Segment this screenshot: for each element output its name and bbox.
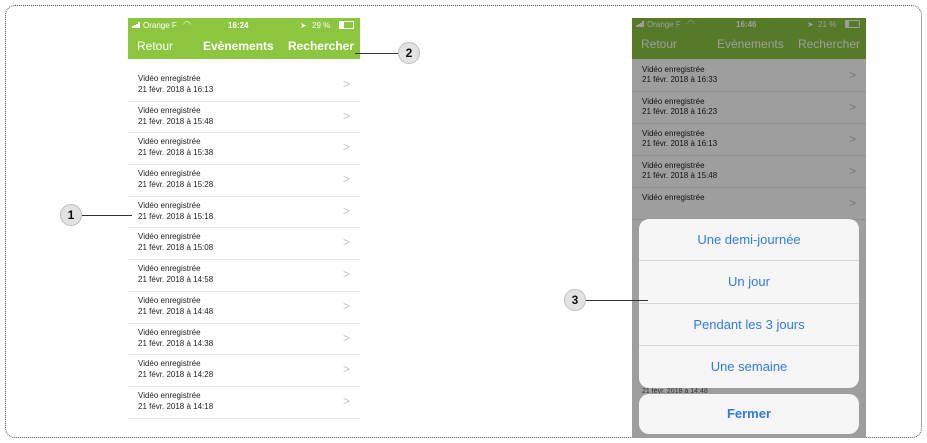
period-option[interactable]: Pendant les 3 jours <box>639 304 859 346</box>
callout-leader-line <box>355 53 399 54</box>
callout-leader-line <box>82 215 132 216</box>
list-item[interactable]: Vidéo enregistrée 21 févr. 2018 à 15:18 > <box>128 197 360 229</box>
list-item-date: 21 févr. 2018 à 14:38 <box>138 338 214 348</box>
wifi-icon: ◠ <box>183 19 191 29</box>
list-item-date: 21 févr. 2018 à 15:48 <box>138 116 214 126</box>
list-item-title: Vidéo enregistrée <box>138 200 201 210</box>
list-item[interactable]: Vidéo enregistrée 21 févr. 2018 à 14:28 > <box>128 355 360 387</box>
search-button[interactable]: Rechercher <box>288 39 354 53</box>
list-item[interactable]: Vidéo enregistrée 21 févr. 2018 à 15:28 > <box>128 165 360 197</box>
period-option[interactable]: Un jour <box>639 261 859 304</box>
battery-icon <box>339 21 354 30</box>
chevron-right-icon: > <box>342 393 350 408</box>
carrier-label: Orange F <box>143 21 177 30</box>
list-item-title: Vidéo enregistrée <box>138 295 201 305</box>
list-item-date: 21 févr. 2018 à 14:18 <box>138 401 214 411</box>
location-arrow-icon: ➤ <box>300 21 307 30</box>
status-time: 16:24 <box>228 21 249 30</box>
list-item[interactable]: Vidéo enregistrée 21 févr. 2018 à 14:48 > <box>128 292 360 324</box>
chevron-right-icon: > <box>342 330 350 345</box>
callout-badge: 1 <box>60 204 82 226</box>
list-item-title: Vidéo enregistrée <box>138 105 201 115</box>
list-item[interactable]: Vidéo enregistrée 21 févr. 2018 à 16:13 > <box>128 70 360 102</box>
status-bar: Orange F ◠ 16:24 ➤ 29 % <box>128 18 360 33</box>
list-item-date: 21 févr. 2018 à 15:38 <box>138 148 214 158</box>
chevron-right-icon: > <box>342 203 350 218</box>
list-item[interactable]: Vidéo enregistrée 21 févr. 2018 à 14:18 > <box>128 387 360 419</box>
list-item-title: Vidéo enregistrée <box>138 232 201 242</box>
chevron-right-icon: > <box>342 77 350 91</box>
page-title: Evènements <box>203 39 274 53</box>
list-item-date: 21 févr. 2018 à 16:13 <box>138 85 214 94</box>
chevron-right-icon: > <box>342 172 350 187</box>
chevron-right-icon: > <box>342 108 350 123</box>
chevron-right-icon: > <box>342 362 350 377</box>
phone-screen-events: Orange F ◠ 16:24 ➤ 29 % Retour Evènement… <box>128 18 360 430</box>
list-item-title: Vidéo enregistrée <box>138 169 201 179</box>
period-option[interactable]: Une demi-journée <box>639 219 859 262</box>
list-item-title: Vidéo enregistrée <box>138 327 201 337</box>
phone-screen-filter: Orange F ◠ 16:46 ➤ 21 % Retour Evènement… <box>632 18 866 438</box>
chevron-right-icon: > <box>342 298 350 313</box>
chevron-right-icon: > <box>342 235 350 250</box>
nav-bar: Retour Evènements Rechercher <box>128 33 360 59</box>
list-item-date: 21 févr. 2018 à 15:28 <box>138 180 214 190</box>
list-item[interactable]: Vidéo enregistrée 21 févr. 2018 à 14:38 > <box>128 324 360 356</box>
list-item[interactable]: Vidéo enregistrée 21 févr. 2018 à 14:58 > <box>128 260 360 292</box>
list-item[interactable]: Vidéo enregistrée 21 févr. 2018 à 15:08 > <box>128 228 360 261</box>
list-item[interactable]: Vidéo enregistrée 21 févr. 2018 à 15:38 > <box>128 133 360 166</box>
list-item-date: 21 févr. 2018 à 14:58 <box>138 275 214 285</box>
list-item-date: 21 févr. 2018 à 15:18 <box>138 211 214 221</box>
chevron-right-icon: > <box>342 267 350 282</box>
list-item-title: Vidéo enregistrée <box>138 359 201 369</box>
list-item-title: Vidéo enregistrée <box>138 390 201 400</box>
list-item-date: 21 févr. 2018 à 14:48 <box>138 306 214 316</box>
period-action-sheet: Une demi-journée Un jour Pendant les 3 jou… <box>639 219 859 388</box>
back-button[interactable]: Retour <box>137 39 173 53</box>
period-option[interactable]: Une semaine <box>639 346 859 388</box>
signal-icon <box>132 21 140 30</box>
events-list: Vidéo enregistrée 21 févr. 2018 à 16:13 > V… <box>128 70 360 419</box>
callout-leader-line <box>586 300 648 301</box>
list-item-title: Vidéo enregistrée <box>138 137 201 147</box>
callout-badge: 2 <box>398 42 420 64</box>
callout-badge: 3 <box>564 289 586 311</box>
list-item-title: Vidéo enregistrée <box>138 74 201 83</box>
chevron-right-icon: > <box>342 140 350 155</box>
list-item-title: Vidéo enregistrée <box>138 264 201 274</box>
list-item[interactable]: Vidéo enregistrée 21 févr. 2018 à 15:48 > <box>128 102 360 134</box>
list-item-date: 21 févr. 2018 à 15:08 <box>138 243 214 253</box>
battery-percent: 29 % <box>312 21 331 30</box>
close-button[interactable]: Fermer <box>639 394 859 434</box>
list-item-date: 21 févr. 2018 à 14:28 <box>138 370 214 380</box>
